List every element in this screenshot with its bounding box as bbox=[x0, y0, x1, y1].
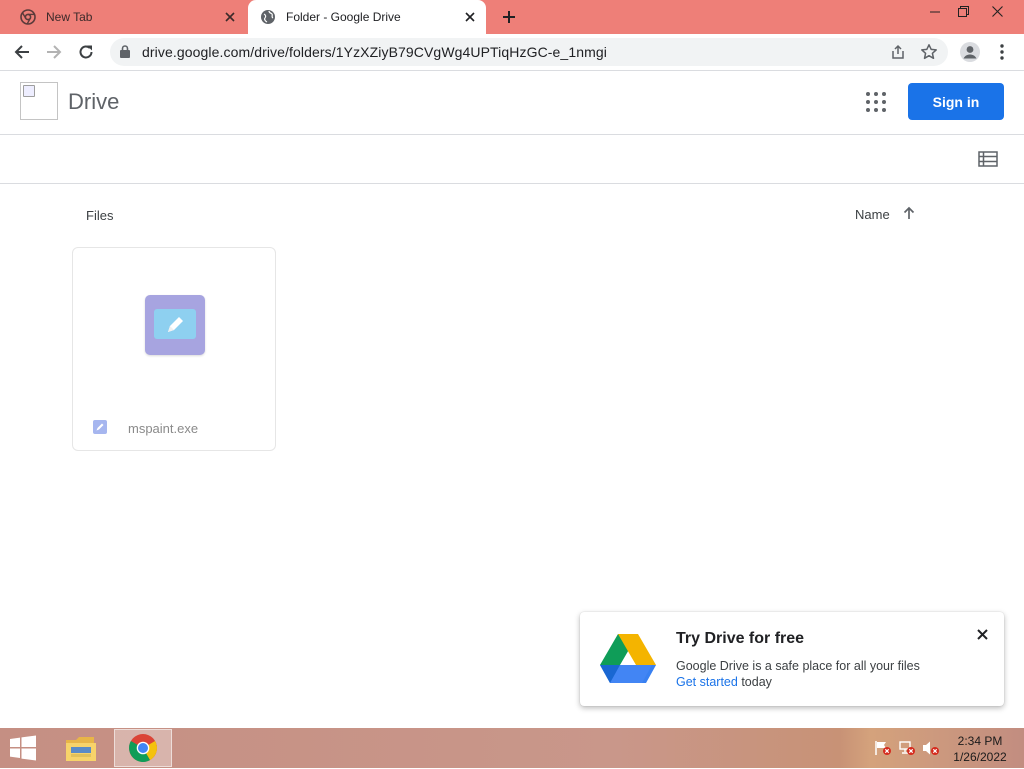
address-bar[interactable]: drive.google.com/drive/folders/1YzXZiyB7… bbox=[110, 38, 948, 66]
back-button[interactable] bbox=[8, 38, 36, 66]
get-started-link[interactable]: Get started bbox=[676, 675, 738, 689]
close-icon[interactable] bbox=[460, 7, 480, 27]
close-icon[interactable] bbox=[220, 7, 240, 27]
google-drive-logo-icon bbox=[598, 632, 658, 686]
tab-strip: New Tab Folder - Google Drive bbox=[0, 0, 1024, 34]
tab-title: Folder - Google Drive bbox=[286, 10, 401, 24]
promo-title: Try Drive for free bbox=[676, 630, 805, 647]
windows-start-icon[interactable] bbox=[8, 735, 38, 761]
browser-toolbar: drive.google.com/drive/folders/1YzXZiyB7… bbox=[0, 34, 1024, 71]
file-name: mspaint.exe bbox=[128, 421, 199, 436]
reload-button[interactable] bbox=[72, 38, 100, 66]
file-card[interactable]: mspaint.exe bbox=[72, 247, 276, 451]
globe-icon bbox=[260, 9, 276, 25]
share-icon[interactable] bbox=[890, 44, 906, 65]
bookmark-star-icon[interactable] bbox=[920, 43, 938, 66]
clock-time: 2:34 PM bbox=[957, 734, 1003, 748]
drive-header: Drive Sign in bbox=[0, 71, 1024, 135]
paint-file-small-icon bbox=[93, 420, 107, 434]
promo-cta-line: Get started today bbox=[676, 674, 920, 690]
forward-button[interactable] bbox=[40, 38, 68, 66]
clock-date: 1/26/2022 bbox=[953, 750, 1007, 764]
tab-folder-google-drive[interactable]: Folder - Google Drive bbox=[248, 0, 486, 34]
paint-file-icon bbox=[145, 295, 205, 355]
try-drive-promo: Try Drive for free Google Drive is a saf… bbox=[580, 612, 1004, 706]
google-apps-icon[interactable] bbox=[864, 90, 888, 114]
broken-logo-image[interactable] bbox=[20, 82, 58, 120]
drive-title: Drive bbox=[68, 89, 120, 114]
promo-cta-suffix: today bbox=[737, 675, 772, 689]
close-icon[interactable] bbox=[974, 626, 990, 642]
action-center-flag-icon[interactable] bbox=[874, 740, 892, 756]
files-section-label: Files bbox=[86, 208, 114, 223]
url-text[interactable]: drive.google.com/drive/folders/1YzXZiyB7… bbox=[142, 44, 607, 60]
restore-button[interactable] bbox=[948, 0, 978, 22]
network-icon[interactable] bbox=[898, 740, 916, 756]
close-window-button[interactable] bbox=[982, 0, 1012, 22]
minimize-button[interactable] bbox=[920, 0, 950, 22]
sort-by-name-button[interactable]: Name bbox=[855, 207, 890, 222]
promo-description: Google Drive is a safe place for all you… bbox=[676, 659, 920, 673]
new-tab-button[interactable] bbox=[498, 6, 520, 28]
speaker-muted-icon[interactable] bbox=[922, 740, 940, 756]
promo-text: Google Drive is a safe place for all you… bbox=[676, 658, 920, 690]
tab-new-tab[interactable]: New Tab bbox=[8, 0, 246, 34]
chrome-taskbar-icon[interactable] bbox=[114, 729, 172, 767]
system-clock[interactable]: 2:34 PM 1/26/2022 bbox=[948, 733, 1012, 765]
lock-icon[interactable] bbox=[120, 45, 130, 63]
more-menu-icon[interactable] bbox=[988, 38, 1016, 66]
tab-title: New Tab bbox=[46, 10, 93, 24]
chrome-icon bbox=[20, 9, 36, 25]
windows-taskbar bbox=[0, 728, 1024, 768]
profile-avatar-icon[interactable] bbox=[956, 38, 984, 66]
folder-toolbar bbox=[0, 135, 1024, 184]
list-view-icon[interactable] bbox=[978, 151, 998, 167]
sign-in-button[interactable]: Sign in bbox=[908, 83, 1004, 120]
arrow-up-icon[interactable] bbox=[902, 206, 916, 225]
file-explorer-icon[interactable] bbox=[62, 732, 100, 764]
